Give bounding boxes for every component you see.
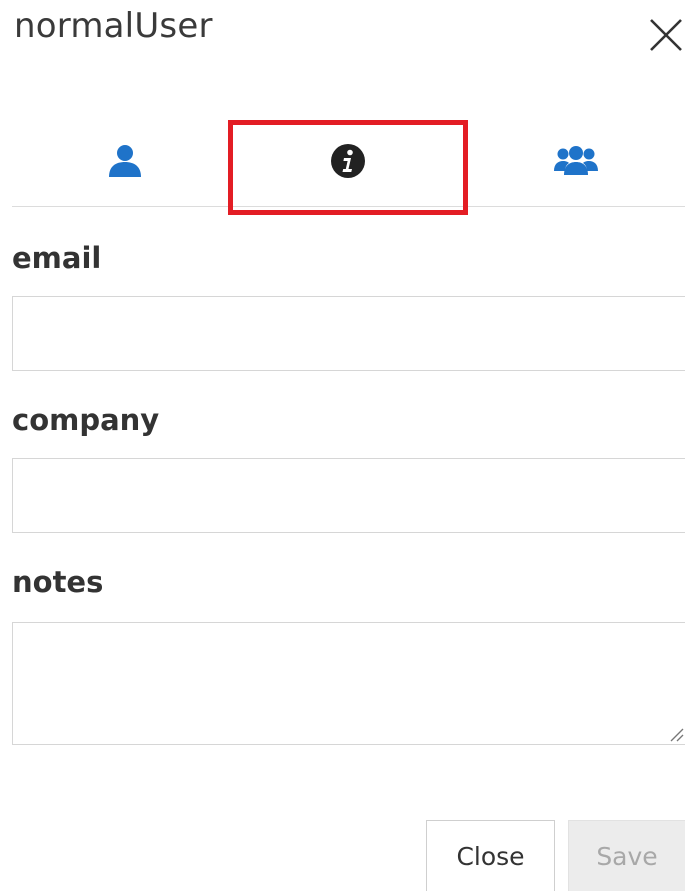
close-button[interactable]: Close (426, 820, 555, 891)
tab-bar (12, 120, 685, 207)
notes-label: notes (12, 565, 104, 599)
info-circle-icon (328, 141, 368, 185)
save-button[interactable]: Save (568, 820, 685, 891)
users-group-icon (553, 142, 599, 184)
email-field[interactable] (12, 296, 685, 371)
tab-user[interactable] (12, 120, 237, 206)
resize-grip-icon[interactable] (668, 726, 684, 742)
user-dialog: normalUser email company notes Close Sav… (0, 0, 685, 891)
email-label: email (12, 241, 102, 275)
close-x-icon[interactable] (646, 14, 685, 54)
notes-field[interactable] (12, 622, 685, 745)
company-field[interactable] (12, 458, 685, 533)
dialog-title: normalUser (14, 6, 213, 46)
tab-groups[interactable] (466, 120, 685, 206)
user-icon (106, 142, 144, 184)
tab-info[interactable] (230, 120, 466, 206)
company-label: company (12, 403, 160, 437)
